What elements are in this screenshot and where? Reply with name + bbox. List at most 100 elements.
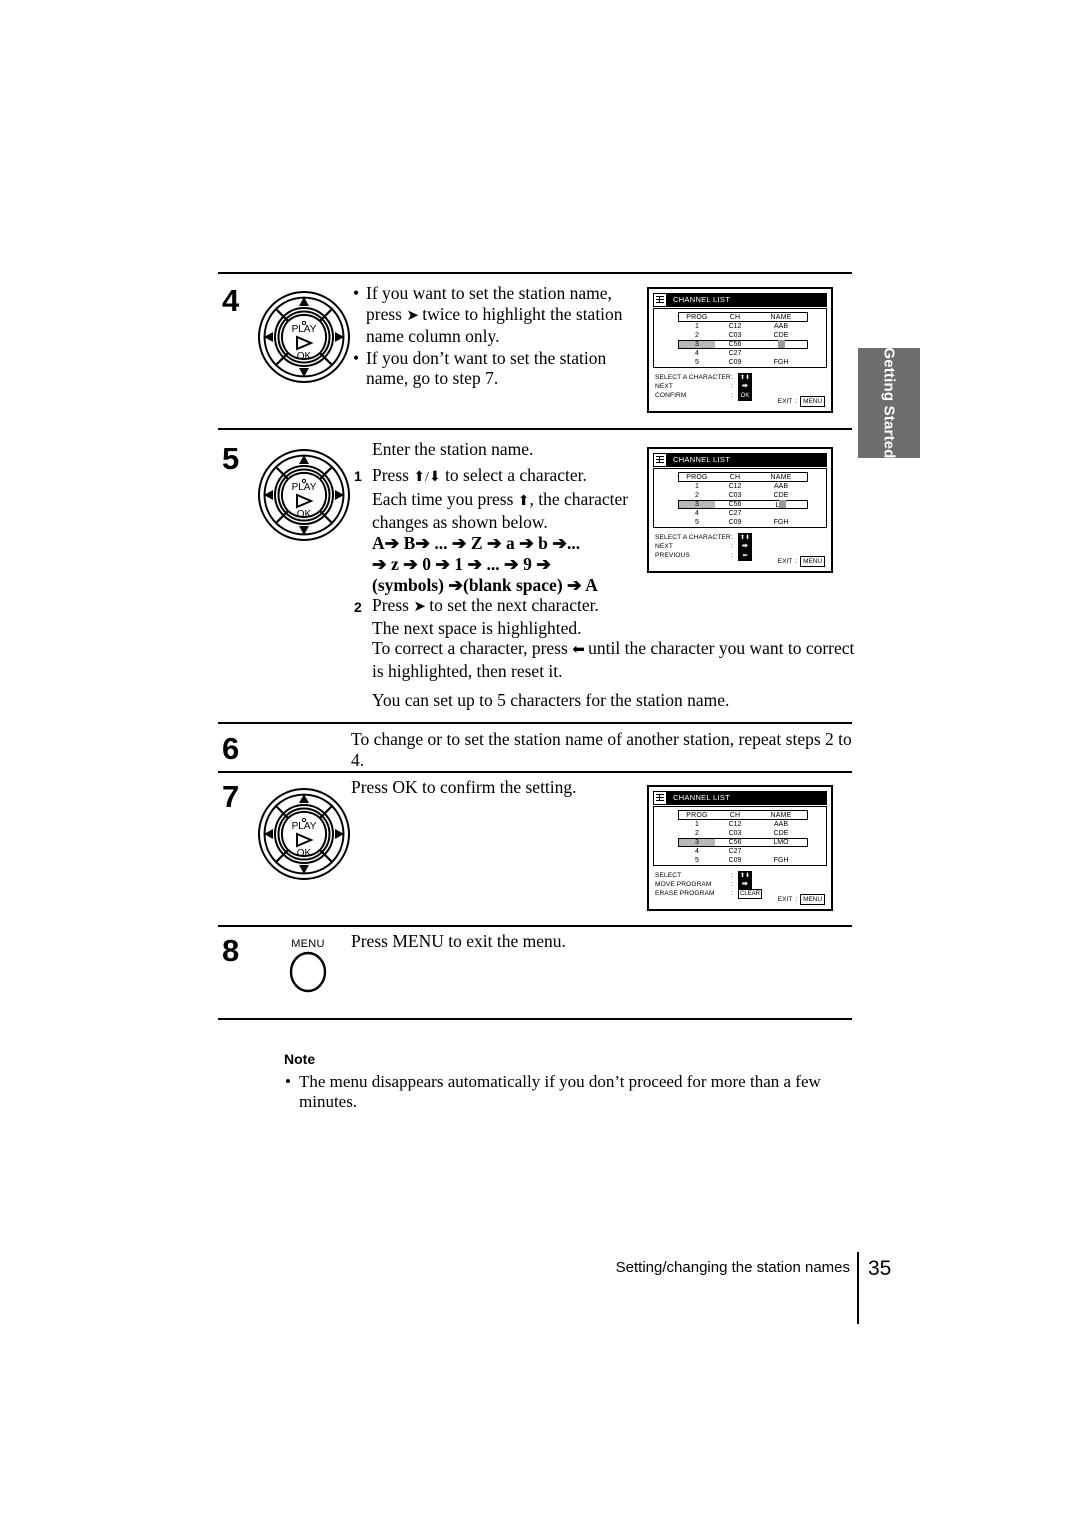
step-4-bullet-2-line-2: name, go to step 7. <box>366 368 499 388</box>
press-word: Press <box>372 595 409 615</box>
section-tab-label: Getting Started <box>880 347 898 459</box>
until-highlighted-text: until the character you want to correct <box>588 638 855 658</box>
table-header-row: PROG CH NAME <box>678 472 808 482</box>
cell-prog: 4 <box>695 510 699 517</box>
column-header-ch: CH <box>729 473 741 481</box>
cell-ch: C27 <box>728 350 742 357</box>
svg-text:PLAY: PLAY <box>292 324 317 335</box>
osd-titlebar: CHANNEL LIST <box>653 791 827 805</box>
character-sequence-line-2: ➔ z ➔ 0 ➔ 1 ➔ ... ➔ 9 ➔ <box>372 553 551 574</box>
up-down-arrow-icon: ⬆/⬇ <box>413 470 441 485</box>
cell-ch: C56 <box>728 341 742 348</box>
table-row: 2 C03 CDE <box>678 829 808 838</box>
osd-screen-step-5: CHANNEL LIST PROG CH NAME 1 C12 AAB 2 C03 CD… <box>647 447 833 573</box>
cell-name: AAB <box>773 323 788 330</box>
cell-name: FGH <box>773 857 789 864</box>
step-5-sub2-line1: Press ➤ to set the next character. <box>372 595 862 618</box>
cell-ch: C27 <box>728 848 742 855</box>
step-5-closing-text: You can set up to 5 characters for the s… <box>372 690 730 710</box>
legend-colon: : <box>731 890 733 897</box>
manual-page: Getting Started 4 PLAY OK • If you want … <box>0 0 1080 1528</box>
page-number: 35 <box>868 1257 892 1280</box>
table-row: 4 C27 <box>678 847 808 856</box>
cell-name: CDE <box>773 830 789 837</box>
step-5-intro: Enter the station name. <box>372 439 534 459</box>
step-4-press-word: press <box>366 303 402 324</box>
footer-section-title: Setting/changing the station names <box>615 1259 850 1276</box>
correct-character-text: To correct a character, press <box>372 638 568 658</box>
legend-colon: : <box>731 881 733 888</box>
cell-prog: 4 <box>695 350 699 357</box>
osd-titlebar: CHANNEL LIST <box>653 293 827 307</box>
cell-name <box>755 340 807 349</box>
set-next-character-text: to set the next character. <box>429 595 599 615</box>
cell-prog: 3 <box>679 501 715 508</box>
osd-panel: PROG CH NAME 1 C12 AAB 2 C03 CDE 3 C56 4 C27 5… <box>653 308 827 368</box>
table-row: 4 C27 <box>678 349 808 358</box>
column-header-ch: CH <box>729 313 741 321</box>
exit-colon: : <box>795 896 798 903</box>
osd-exit-hint: EXIT: MENU <box>778 396 825 407</box>
character-changes-text: , the character <box>529 488 629 509</box>
step-5-sub2-line2: The next space is highlighted. <box>372 617 582 638</box>
column-header-ch: CH <box>729 811 741 819</box>
step-number-4: 4 <box>222 283 240 318</box>
osd-title: CHANNEL LIST <box>673 295 731 304</box>
exit-label: EXIT <box>777 558 793 565</box>
column-header-prog: PROG <box>686 313 708 321</box>
cell-prog: 3 <box>679 341 715 348</box>
legend-colon: : <box>731 383 733 390</box>
osd-title: CHANNEL LIST <box>673 455 731 464</box>
legend-label: SELECT A CHARACTER <box>655 534 731 541</box>
table-row-selected: 3 C56 L <box>678 500 808 509</box>
divider-above-step-5 <box>218 428 852 430</box>
legend-colon: : <box>731 534 733 541</box>
svg-text:OK: OK <box>297 848 312 859</box>
legend-colon: : <box>731 552 733 559</box>
right-arrow-icon: ➤ <box>413 599 426 615</box>
character-sequence-line-1: A➔ B➔ ... ➔ Z ➔ a ➔ b ➔... <box>372 532 581 553</box>
cell-ch: C12 <box>728 821 742 828</box>
legend-colon: : <box>731 872 733 879</box>
step-4-bullet-1-line-2: press ➤ twice to highlight the station <box>351 304 651 327</box>
step-5-sub-number-2: 2 <box>354 599 362 615</box>
menu-button-illustration: MENU <box>280 938 336 999</box>
cell-ch: C03 <box>728 492 742 499</box>
channel-list-icon <box>653 293 667 307</box>
step-4-bullet-2-line-1: If you don’t want to set the station <box>351 348 651 369</box>
legend-label: SELECT <box>655 872 682 879</box>
step-8-text: Press MENU to exit the menu. <box>351 931 566 951</box>
legend-label: MOVE PROGRAM <box>655 881 712 888</box>
column-header-prog: PROG <box>686 473 708 481</box>
column-header-name: NAME <box>770 313 792 321</box>
press-word: Press <box>372 465 409 485</box>
table-row: 1 C12 AAB <box>678 482 808 491</box>
step-5-sub1-line3: changes as shown below. <box>372 512 548 532</box>
menu-button-label: MENU <box>291 938 325 950</box>
channel-list-icon <box>653 453 667 467</box>
table-row: 5 C09 FGH <box>678 856 808 865</box>
cell-ch: C56 <box>728 839 742 846</box>
menu-key-icon: MENU <box>800 396 825 407</box>
osd-exit-hint: EXIT: MENU <box>778 894 825 905</box>
step-5-sub1-line1: Press ⬆/⬇ to select a character. <box>372 465 672 489</box>
cell-prog: 1 <box>695 323 699 330</box>
cell-prog: 5 <box>695 519 699 526</box>
cell-ch: C12 <box>728 323 742 330</box>
table-row-selected: 3 C56 LMO <box>678 838 808 847</box>
cell-ch: C03 <box>728 332 742 339</box>
cell-prog: 1 <box>695 821 699 828</box>
menu-key-icon: MENU <box>800 894 825 905</box>
note-text: The menu disappears automatically if you… <box>284 1072 859 1112</box>
svg-text:PLAY: PLAY <box>292 482 317 493</box>
divider-above-step-4 <box>218 272 852 274</box>
cell-prog: 5 <box>695 857 699 864</box>
channel-list-table: PROG CH NAME 1 C12 AAB 2 C03 CDE 3 C56 4 C27 5… <box>678 312 808 367</box>
legend-colon: : <box>731 374 733 381</box>
menu-key-icon: MENU <box>800 556 825 567</box>
clear-key-icon: CLEAR <box>738 888 763 899</box>
column-header-name: NAME <box>770 811 792 819</box>
step-number-5: 5 <box>222 441 240 476</box>
cell-name: CDE <box>773 492 789 499</box>
step-number-6: 6 <box>222 731 240 766</box>
